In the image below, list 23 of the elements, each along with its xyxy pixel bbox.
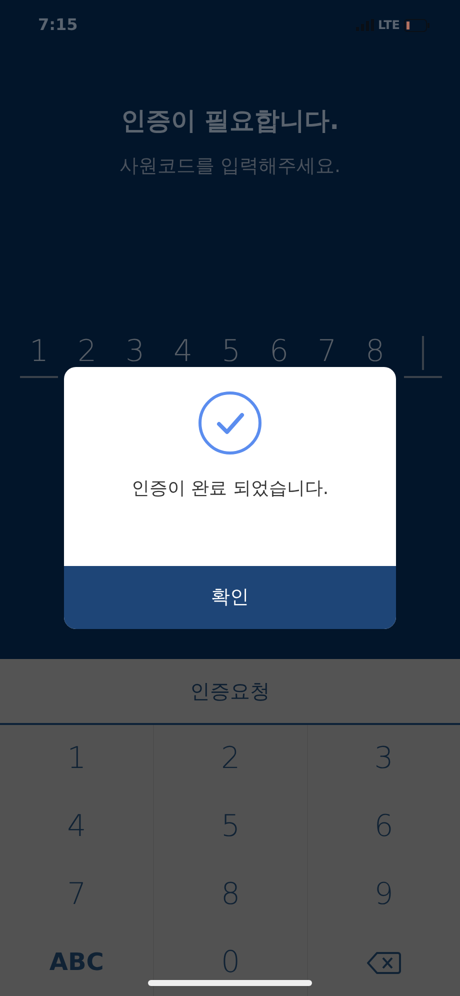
keypad-key[interactable]: 9 (306, 860, 460, 928)
keypad-key[interactable]: 8 (153, 860, 307, 928)
backspace-icon (366, 951, 401, 976)
confirm-button[interactable]: 확인 (64, 566, 396, 629)
request-button[interactable]: 인증요청 (0, 659, 460, 725)
page-subtitle: 사원코드를 입력해주세요. (118, 154, 342, 178)
keypad-key[interactable]: 3 (306, 725, 460, 793)
keypad-key[interactable]: 2 (153, 725, 307, 793)
home-indicator[interactable] (148, 980, 312, 986)
code-digit: 1 (20, 330, 58, 378)
keypad-key[interactable]: ABC (0, 928, 154, 996)
keypad-key[interactable]: 1 (0, 725, 154, 793)
battery-icon (404, 18, 430, 32)
keypad-key[interactable]: 7 (0, 860, 154, 928)
keypad-key[interactable]: 5 (153, 792, 307, 860)
keypad-key[interactable]: 4 (0, 792, 154, 860)
page-title: 인증이 필요합니다. (120, 105, 340, 137)
text-cursor (422, 336, 424, 370)
keypad-key[interactable]: 6 (306, 792, 460, 860)
dialog-message: 인증이 완료 되었습니다. (130, 477, 330, 501)
network-label: LTE (378, 17, 400, 34)
status-time: 7:15 (38, 14, 78, 36)
check-circle-icon (198, 391, 262, 455)
